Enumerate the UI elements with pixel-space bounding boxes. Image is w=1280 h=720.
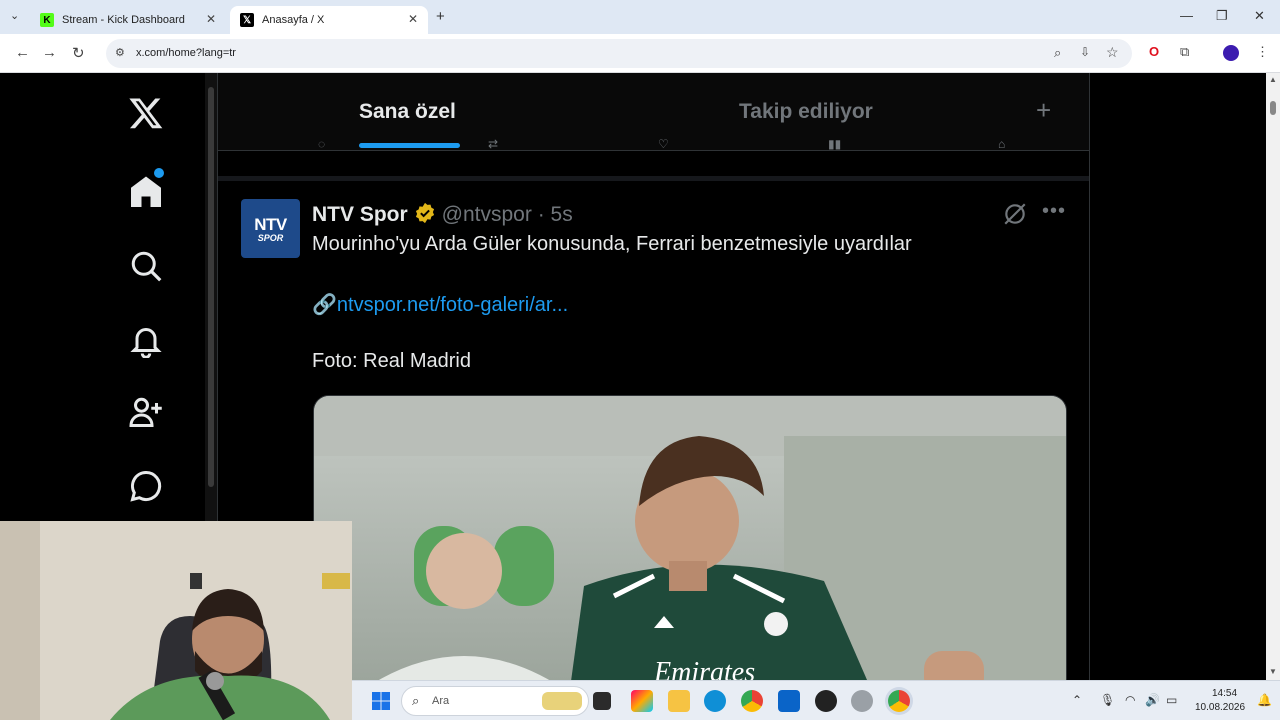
outlook-icon[interactable]: [778, 690, 800, 712]
notifications-bell-icon[interactable]: [128, 322, 164, 358]
reload-icon[interactable]: ↻: [72, 44, 85, 62]
post-media-image[interactable]: Emirates: [313, 395, 1067, 695]
back-icon[interactable]: ←: [15, 44, 30, 61]
browser-tab-bar: ⌄ K Stream - Kick Dashboard ✕ 𝕏 Anasayfa…: [0, 0, 1280, 34]
file-explorer-icon[interactable]: [668, 690, 690, 712]
separator-dot: ·: [537, 203, 545, 226]
clock-time[interactable]: 14:54: [1212, 688, 1237, 699]
author-name[interactable]: NTV Spor: [312, 203, 408, 226]
like-icon[interactable]: ♡: [658, 137, 669, 151]
close-window-icon[interactable]: ✕: [1254, 8, 1265, 24]
avatar-logo-text: NTV: [254, 214, 287, 234]
browser-tab-x[interactable]: 𝕏 Anasayfa / X ✕: [230, 6, 428, 34]
show-hidden-icons[interactable]: ⌃: [1072, 693, 1082, 707]
kick-icon: K: [40, 13, 54, 27]
close-tab-icon[interactable]: ✕: [408, 12, 418, 26]
repost-icon[interactable]: ⇄: [488, 137, 498, 151]
notification-dot: [154, 168, 164, 178]
profile-avatar[interactable]: [1223, 45, 1239, 61]
battery-icon[interactable]: ▭: [1166, 693, 1177, 707]
task-view-icon[interactable]: [593, 692, 611, 710]
post-link-url[interactable]: ntvspor.net/foto-galeri/ar...: [337, 294, 568, 316]
views-icon[interactable]: ▮▮: [828, 137, 841, 151]
windows-taskbar: ⌕ Ara ⌃ 🎙 ◠ 🔊 ▭ 14:54 10.08.2026 🔔: [352, 680, 1280, 720]
tab-search-dropdown-icon[interactable]: ⌄: [10, 9, 19, 22]
post-header: NTV Spor @ntvspor · 5s: [312, 202, 573, 227]
edge-icon[interactable]: [704, 690, 726, 712]
microphone-icon[interactable]: 🎙: [1100, 693, 1115, 707]
home-icon[interactable]: [128, 174, 164, 210]
notifications-icon[interactable]: 🔔: [1257, 693, 1272, 707]
search-icon[interactable]: [128, 248, 164, 284]
zoom-icon[interactable]: ⌕: [1054, 45, 1061, 61]
post-separator: [218, 176, 1089, 181]
link-icon: 🔗: [312, 294, 337, 316]
reply-icon[interactable]: ◌: [318, 137, 325, 151]
volume-icon[interactable]: 🔊: [1145, 693, 1160, 707]
more-options-icon[interactable]: •••: [1042, 200, 1066, 223]
feed-tabs: ◌ ⇄ ♡ ▮▮ ⌂ Sana özel Takip ediliyor +: [218, 73, 1089, 151]
search-icon: ⌕: [412, 693, 420, 708]
x-icon: 𝕏: [240, 13, 254, 27]
tab-following[interactable]: Takip ediliyor: [739, 100, 873, 124]
new-tab-button[interactable]: +: [436, 8, 445, 25]
grok-icon[interactable]: [1002, 201, 1028, 227]
active-tab-indicator: [359, 143, 460, 148]
obs-icon[interactable]: [815, 690, 837, 712]
chrome-active-icon[interactable]: [888, 690, 910, 712]
scroll-down-icon[interactable]: ▼: [1269, 667, 1277, 676]
wifi-icon[interactable]: ◠: [1125, 693, 1135, 707]
post-text: Mourinho'yu Arda Güler konusunda, Ferrar…: [312, 233, 912, 255]
forward-icon[interactable]: →: [42, 44, 57, 61]
scrollbar-thumb[interactable]: [1270, 101, 1276, 115]
photo-credit-text: Foto: Real Madrid: [312, 350, 471, 372]
browser-tab-title: Anasayfa / X: [262, 14, 325, 26]
scroll-up-icon[interactable]: ▲: [1269, 75, 1277, 84]
author-avatar[interactable]: NTV SPOR: [241, 199, 300, 258]
browser-tab-kick[interactable]: K Stream - Kick Dashboard ✕: [30, 6, 226, 34]
messages-chat-icon[interactable]: [128, 468, 164, 504]
site-info-icon[interactable]: ⚙: [115, 46, 125, 59]
post-timestamp[interactable]: 5s: [551, 203, 573, 226]
sidebar-scrollbar[interactable]: [205, 73, 217, 523]
taskbar-search[interactable]: ⌕ Ara: [401, 686, 589, 716]
x-logo-icon[interactable]: [128, 95, 164, 131]
copilot-icon[interactable]: [631, 690, 653, 712]
search-highlight-image: [542, 692, 582, 710]
browser-tab-title: Stream - Kick Dashboard: [62, 14, 185, 26]
streamer-camera-image: [0, 521, 352, 720]
browser-menu-icon[interactable]: ⋮: [1256, 44, 1269, 60]
restore-icon[interactable]: ❐: [1216, 8, 1228, 24]
verified-badge-icon[interactable]: [414, 202, 436, 224]
bookmark-icon[interactable]: ⌂: [998, 137, 1005, 151]
follow-add-user-icon[interactable]: [128, 394, 164, 430]
page-scrollbar[interactable]: ▲ ▼: [1266, 73, 1280, 680]
url-text[interactable]: x.com/home?lang=tr: [136, 47, 236, 59]
chrome-icon[interactable]: [741, 690, 763, 712]
install-app-icon[interactable]: ⇩: [1080, 45, 1090, 59]
scrollbar-thumb[interactable]: [208, 87, 214, 487]
add-feed-icon[interactable]: +: [1036, 95, 1051, 126]
browser-toolbar: ← → ↻ ⚙ x.com/home?lang=tr ⌕ ⇩ ☆ O ⧉ ⋮: [0, 34, 1280, 73]
webcam-overlay: [0, 521, 352, 720]
player-photo: Emirates: [314, 396, 1066, 694]
author-handle[interactable]: @ntvspor: [442, 203, 532, 226]
minimize-icon[interactable]: —: [1180, 8, 1193, 23]
taskbar-search-placeholder: Ara: [432, 695, 450, 707]
opera-extension-icon[interactable]: O: [1149, 44, 1159, 59]
close-tab-icon[interactable]: ✕: [206, 12, 216, 26]
extensions-icon[interactable]: ⧉: [1180, 44, 1189, 60]
bookmark-star-icon[interactable]: ☆: [1106, 44, 1119, 61]
windows-start-icon[interactable]: [372, 692, 390, 710]
tab-for-you[interactable]: Sana özel: [359, 100, 456, 124]
post-link[interactable]: 🔗ntvspor.net/foto-galeri/ar...: [312, 292, 568, 317]
app-icon[interactable]: [851, 690, 873, 712]
address-bar[interactable]: ⚙ x.com/home?lang=tr ⌕ ⇩ ☆: [106, 39, 1132, 68]
clock-date[interactable]: 10.08.2026: [1195, 702, 1245, 713]
avatar-logo-subtext: SPOR: [257, 232, 284, 243]
